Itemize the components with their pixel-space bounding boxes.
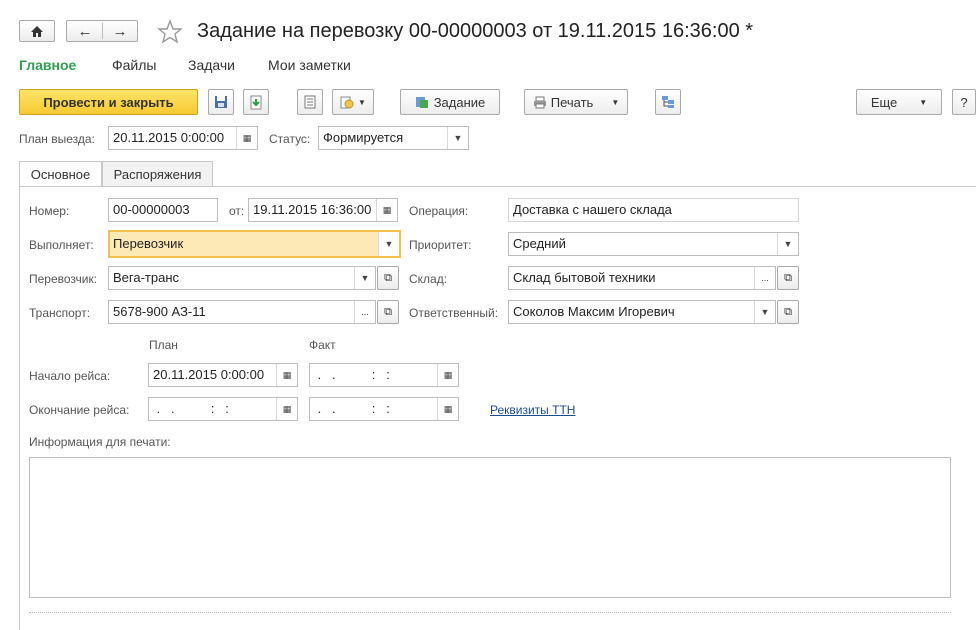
open-icon[interactable]: ⧉: [377, 266, 399, 290]
carrier-field[interactable]: Вега-транс ▼: [108, 266, 376, 290]
chevron-down-icon: ▼: [611, 97, 620, 107]
status-select[interactable]: Формируется ▼: [318, 126, 469, 150]
trip-start-label: Начало рейса:: [29, 369, 111, 383]
trip-start-fact-field[interactable]: . . : : ▦: [309, 363, 459, 387]
menu-files[interactable]: Файлы: [112, 57, 156, 73]
operation-label: Операция:: [409, 204, 469, 218]
calendar-icon[interactable]: ▦: [236, 127, 257, 149]
performer-label: Выполняет:: [29, 238, 94, 252]
open-icon[interactable]: ⧉: [777, 266, 799, 290]
journal-button[interactable]: [297, 89, 323, 115]
date-field[interactable]: 19.11.2015 16:36:00 ▦: [248, 198, 398, 222]
open-icon[interactable]: ⧉: [777, 300, 799, 324]
print-info-textarea[interactable]: [29, 457, 951, 598]
task-button[interactable]: Задание: [400, 89, 500, 115]
save-button[interactable]: [208, 89, 234, 115]
ttn-details-link[interactable]: Реквизиты ТТН: [490, 403, 575, 417]
trip-end-label: Окончание рейса:: [29, 403, 130, 417]
transport-label: Транспорт:: [29, 306, 91, 320]
trip-end-fact-field[interactable]: . . : : ▦: [309, 397, 459, 421]
print-info-label: Информация для печати:: [29, 435, 171, 449]
plan-departure-field[interactable]: 20.11.2015 0:00:00 ▦: [108, 126, 258, 150]
post-document-icon: [250, 95, 262, 109]
select-ellipsis-icon[interactable]: ...: [754, 267, 775, 289]
list-icon: [304, 95, 316, 109]
chevron-down-icon[interactable]: ▼: [777, 233, 798, 255]
create-based-icon: [340, 96, 354, 109]
task-icon: [415, 97, 428, 108]
favorite-star-icon[interactable]: [157, 19, 183, 45]
print-button[interactable]: Печать ▼: [524, 89, 628, 115]
number-field[interactable]: 00-00000003: [108, 198, 218, 222]
menu-main[interactable]: Главное: [19, 57, 76, 73]
tab-orders[interactable]: Распоряжения: [102, 161, 213, 187]
calendar-icon[interactable]: ▦: [276, 364, 297, 386]
home-button[interactable]: [19, 20, 55, 42]
performer-select[interactable]: Перевозчик ▼: [108, 230, 401, 258]
save-icon: [215, 96, 227, 108]
trip-end-plan-field[interactable]: . . : : ▦: [148, 397, 298, 421]
page-title: Задание на перевозку 00-00000003 от 19.1…: [197, 20, 754, 42]
calendar-icon[interactable]: ▦: [437, 364, 458, 386]
structure-button[interactable]: [655, 89, 681, 115]
home-icon: [23, 21, 51, 41]
more-button[interactable]: Еще ▼: [856, 89, 942, 115]
transport-field[interactable]: 5678-900 АЗ-11 ...: [108, 300, 376, 324]
plan-column-header: План: [149, 338, 178, 352]
trip-start-plan-field[interactable]: 20.11.2015 0:00:00 ▦: [148, 363, 298, 387]
from-label: от:: [229, 204, 245, 218]
post-and-close-button[interactable]: Провести и закрыть: [19, 89, 198, 115]
structure-icon: [662, 96, 674, 108]
post-button[interactable]: [243, 89, 269, 115]
open-icon[interactable]: ⧉: [377, 300, 399, 324]
menu-tasks[interactable]: Задачи: [188, 57, 235, 73]
calendar-icon[interactable]: ▦: [376, 199, 397, 221]
create-based-on-button[interactable]: ▼: [332, 89, 374, 115]
forward-arrow-icon[interactable]: →: [106, 21, 134, 41]
priority-select[interactable]: Средний ▼: [508, 232, 799, 256]
operation-field: Доставка с нашего склада: [508, 198, 799, 222]
help-button[interactable]: ?: [952, 89, 976, 115]
plan-departure-label: План выезда:: [19, 132, 95, 146]
warehouse-label: Склад:: [409, 272, 448, 286]
fact-column-header: Факт: [309, 338, 336, 352]
divider: [29, 612, 951, 613]
chevron-down-icon[interactable]: ▼: [354, 267, 375, 289]
warehouse-field[interactable]: Склад бытовой техники ...: [508, 266, 776, 290]
chevron-down-icon[interactable]: ▼: [754, 301, 775, 323]
chevron-down-icon[interactable]: ▼: [378, 232, 399, 256]
responsible-label: Ответственный:: [409, 306, 499, 320]
select-ellipsis-icon[interactable]: ...: [354, 301, 375, 323]
number-label: Номер:: [29, 204, 70, 218]
menu-notes[interactable]: Мои заметки: [268, 57, 351, 73]
chevron-down-icon[interactable]: ▼: [447, 127, 468, 149]
chevron-down-icon: ▼: [919, 97, 928, 107]
priority-label: Приоритет:: [409, 238, 472, 252]
calendar-icon[interactable]: ▦: [437, 398, 458, 420]
responsible-field[interactable]: Соколов Максим Игоревич ▼: [508, 300, 776, 324]
printer-icon: [533, 96, 546, 108]
calendar-icon[interactable]: ▦: [276, 398, 297, 420]
carrier-label: Перевозчик:: [29, 272, 98, 286]
history-nav: ← →: [66, 20, 138, 42]
chevron-down-icon: ▼: [358, 97, 366, 107]
tab-main[interactable]: Основное: [19, 161, 102, 187]
status-label: Статус:: [269, 132, 311, 146]
back-arrow-icon[interactable]: ←: [71, 21, 99, 41]
